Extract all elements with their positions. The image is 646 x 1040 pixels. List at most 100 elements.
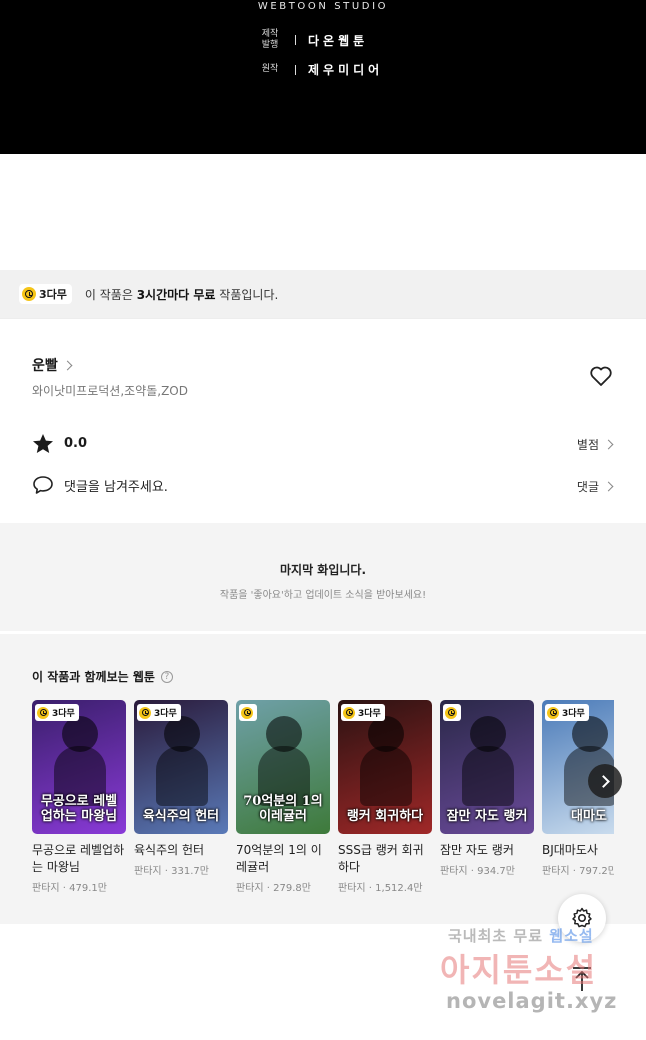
card-title[interactable]: 잠만 자도 랭커: [440, 842, 534, 859]
card-views: 331.7만: [171, 866, 209, 877]
recommendation-card[interactable]: 3다무 무공으로 레벨업하는 마왕님 무공으로 레벨업하는 마왕님 판타지 · 479…: [32, 700, 126, 894]
cover-logo-text: 70억분의 1의 이레귤러: [243, 794, 323, 824]
card-cover[interactable]: 잠만 자도 랭커: [440, 700, 534, 834]
card-meta: 판타지 · 479.1만: [32, 879, 126, 894]
star-icon: [33, 434, 53, 453]
recommendations-title: 이 작품과 함께보는 웹툰: [32, 670, 155, 684]
clock-icon: [445, 706, 457, 719]
recommendation-carousel: 3다무 무공으로 레벨업하는 마왕님 무공으로 레벨업하는 마왕님 판타지 · 479…: [32, 700, 614, 910]
credit-producer: 제작 발행 다온웹툰: [258, 29, 368, 51]
card-title[interactable]: 70억분의 1의 이레귤러: [236, 842, 330, 876]
card-free-badge: [239, 704, 257, 721]
rating-link[interactable]: 별점: [576, 436, 614, 453]
cover-character-body: [462, 746, 514, 806]
series-title: 운빨: [32, 358, 58, 374]
last-episode-title: 마지막 화입니다.: [279, 563, 367, 577]
card-title[interactable]: SSS급 랭커 회귀하다: [338, 842, 432, 876]
credit-label-original: 원작: [261, 64, 279, 74]
clock-icon: [547, 706, 559, 719]
meta-separator: ·: [467, 866, 478, 877]
cover-logo-text: 무공으로 레벨업하는 마왕님: [40, 794, 118, 824]
question-icon[interactable]: ?: [160, 670, 173, 683]
free-notice-text-before: 이 작품은: [84, 287, 137, 302]
cover-logo-text: 육식주의 헌터: [142, 809, 220, 824]
cover-character-body: [360, 746, 412, 806]
card-cover[interactable]: 3다무랭커 회귀하다: [338, 700, 432, 834]
watermark-line2: 아지툰소설: [440, 951, 598, 989]
cover-character-head: [572, 716, 608, 752]
card-views: 797.2만: [579, 866, 614, 877]
clock-icon: [37, 706, 49, 719]
cover-logo-text: 대마도: [571, 809, 607, 824]
studio-name: WEBTOON STUDIO: [257, 1, 389, 12]
comment-link[interactable]: 댓글: [576, 478, 614, 495]
card-meta: 판타지 · 934.7만: [440, 862, 534, 877]
heart-icon[interactable]: [589, 365, 613, 387]
meta-separator: ·: [365, 883, 376, 894]
series-title-link[interactable]: 운빨: [32, 355, 73, 375]
cover-logo-text: 랭커 회귀하다: [346, 809, 424, 824]
free-badge: 3다무: [19, 284, 72, 304]
credit-value-original: 제우미디어: [308, 63, 384, 77]
card-cover[interactable]: 3다무무공으로 레벨업하는 마왕님: [32, 700, 126, 834]
card-genre: 판타지: [236, 883, 264, 894]
cover-character-head: [62, 716, 98, 752]
card-title[interactable]: BJ대마도사: [542, 842, 614, 859]
comment-link-label: 댓글: [576, 480, 599, 494]
card-free-badge-label: 3다무: [154, 709, 177, 719]
free-notice-text-bold: 3시간마다 무료: [136, 287, 216, 302]
credit-original: 원작 제우미디어: [258, 61, 383, 78]
card-title[interactable]: 무공으로 레벨업하는 마왕님: [32, 842, 126, 876]
clock-icon: [139, 706, 151, 719]
card-views: 479.1만: [69, 883, 107, 894]
card-free-badge-label: 3다무: [358, 709, 381, 719]
card-free-badge: 3다무: [35, 704, 79, 721]
watermark-line1-text: 국내최초 무료: [448, 927, 544, 945]
card-free-badge: 3다무: [545, 704, 589, 721]
meta-separator: ·: [161, 866, 172, 877]
free-notice-text-after: 작품입니다.: [215, 287, 279, 302]
meta-separator: ·: [263, 883, 274, 894]
credit-divider: [295, 35, 296, 45]
card-free-badge-label: 3다무: [52, 709, 75, 719]
carousel-next-button[interactable]: [588, 764, 622, 798]
rating-link-label: 별점: [576, 438, 599, 452]
clock-icon: [22, 287, 36, 301]
comment-prompt-text: 댓글을 남겨주세요.: [64, 479, 168, 495]
site-watermark: 국내최초 무료 웹소설 아지툰소설 novelagit.xyz: [440, 925, 636, 1025]
recommendation-card[interactable]: 3다무 랭커 회귀하다 SSS급 랭커 회귀하다 판타지 · 1,512.4만: [338, 700, 432, 894]
recommendation-card[interactable]: 70억분의 1의 이레귤러 70억분의 1의 이레귤러판타지 · 279.8만: [236, 700, 330, 894]
card-genre: 판타지: [134, 866, 162, 877]
card-genre: 판타지: [338, 883, 366, 894]
card-meta: 판타지 · 797.2만: [542, 862, 614, 877]
cover-logo-text: 잠만 자도 랭커: [446, 809, 528, 824]
free-notice-bar: 3다무 이 작품은 3시간마다 무료 작품입니다.: [0, 270, 646, 318]
cover-character-head: [368, 716, 404, 752]
chevron-right-icon: [62, 360, 73, 370]
card-cover[interactable]: 70억분의 1의 이레귤러: [236, 700, 330, 834]
watermark-line1: 국내최초 무료 웹소설: [448, 925, 594, 946]
series-info: 운빨 와이낫미프로덕션,조약돌,ZOD 0.0 별점 댓글을 남겨주세요. 댓글: [0, 318, 646, 520]
card-genre: 판타지: [440, 866, 468, 877]
card-title[interactable]: 육식주의 헌터: [134, 842, 228, 859]
meta-separator: ·: [59, 883, 70, 894]
rating-row: 0.0: [32, 433, 87, 454]
cover-character-head: [266, 716, 302, 752]
comment-prompt[interactable]: 댓글을 남겨주세요.: [32, 475, 168, 495]
speech-bubble-icon: [33, 476, 53, 494]
recommendation-card[interactable]: 잠만 자도 랭커 잠만 자도 랭커 판타지 · 934.7만: [440, 700, 534, 877]
card-views: 279.8만: [273, 883, 311, 894]
watermark-line3: novelagit.xyz: [446, 989, 618, 1013]
card-views: 934.7만: [477, 866, 515, 877]
meta-separator: ·: [569, 866, 580, 877]
recommendation-card[interactable]: 3다무 육식주의 헌터 육식주의 헌터 판타지 · 331.7만: [134, 700, 228, 877]
card-free-badge: 3다무: [137, 704, 181, 721]
card-meta: 판타지 · 331.7만: [134, 862, 228, 877]
card-cover[interactable]: 3다무육식주의 헌터: [134, 700, 228, 834]
series-authors: 와이낫미프로덕션,조약돌,ZOD: [32, 384, 188, 398]
credit-label-producer: 제작 발행: [261, 29, 279, 50]
clock-icon: [343, 706, 355, 719]
watermark-line1-highlight: 웹소설: [549, 927, 594, 945]
credit-divider: [295, 64, 296, 75]
rating-value: 0.0: [64, 436, 88, 451]
